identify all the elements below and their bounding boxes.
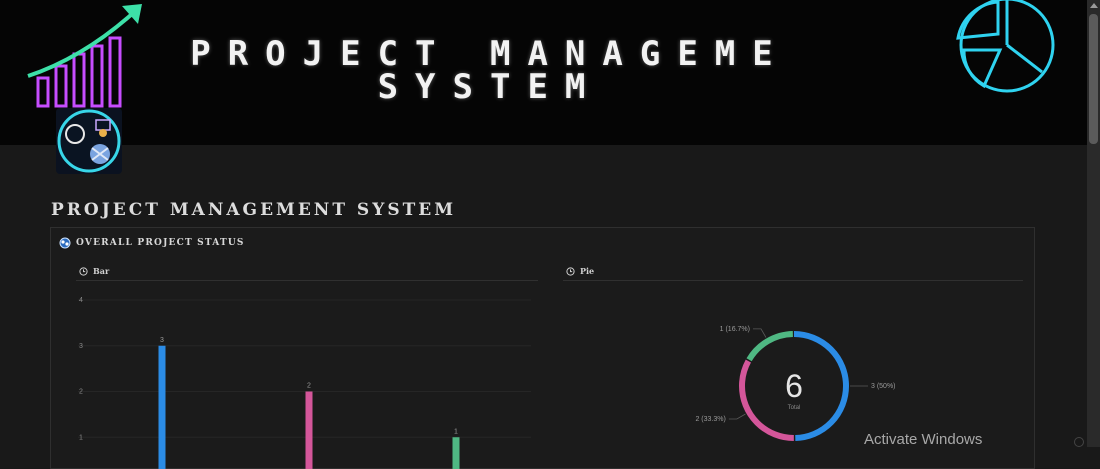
activate-windows-watermark: Activate Windows: [864, 431, 982, 448]
slice-data-label: 3 (50%): [871, 383, 896, 390]
slice-data-label: 1 (16.7%): [720, 326, 750, 333]
page-scrollbar[interactable]: [1087, 0, 1100, 447]
donut-total-value: 6: [785, 368, 803, 404]
banner-title: PROJECT MANAGEME SYSTEM: [150, 38, 830, 104]
scroll-thumb[interactable]: [1089, 14, 1098, 144]
slice-leader-line: [753, 329, 766, 338]
page-title: PROJECT MANAGEMENT SYSTEM: [51, 200, 456, 220]
page-icon[interactable]: [56, 108, 122, 174]
scroll-up-arrow-icon[interactable]: [1090, 3, 1098, 8]
corner-resize-icon: [1074, 437, 1084, 447]
team-globe-icon: [56, 108, 122, 174]
slice-data-label: 2 (33.3%): [695, 416, 725, 423]
header-banner: PROJECT MANAGEME SYSTEM: [0, 0, 1087, 145]
growth-chart-logo-icon: [22, 0, 152, 112]
donut-total-label: Total: [788, 405, 801, 411]
pie-chart-logo-icon: [950, 0, 1060, 105]
banner-title-line2: SYSTEM: [150, 71, 830, 104]
slice-leader-line: [729, 414, 746, 419]
